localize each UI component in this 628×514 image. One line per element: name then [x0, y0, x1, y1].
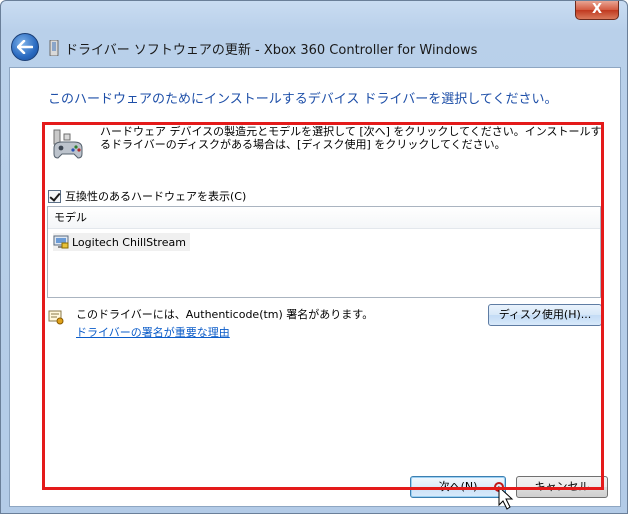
- back-arrow-icon: [17, 40, 33, 54]
- page-heading: このハードウェアのためにインストールするデバイス ドライバーを選択してください。: [48, 92, 558, 107]
- model-column-header[interactable]: モデル: [48, 207, 600, 229]
- title-bar: ドライバー ソフトウェアの更新 - Xbox 360 Controller fo…: [9, 31, 619, 63]
- dialog-window: X ドライバー ソフトウェアの更新 - Xbox 360 Controller …: [0, 0, 628, 514]
- certificate-icon: [48, 310, 64, 325]
- device-driver-icon: [53, 235, 69, 249]
- list-item[interactable]: Logitech ChillStream: [53, 233, 190, 251]
- model-list[interactable]: モデル Logitech ChillStream: [47, 206, 601, 298]
- close-button[interactable]: X: [575, 1, 619, 20]
- mouse-pointer-icon: [494, 482, 514, 510]
- window-title: ドライバー ソフトウェアの更新 - Xbox 360 Controller fo…: [65, 43, 478, 58]
- compat-label: 互換性のあるハードウェアを表示(C): [65, 190, 247, 203]
- have-disk-button[interactable]: ディスク使用(H)...: [488, 304, 602, 326]
- dialog-content: このハードウェアのためにインストールするデバイス ドライバーを選択してください。…: [9, 67, 621, 507]
- compat-hardware-toggle[interactable]: 互換性のあるハードウェアを表示(C): [48, 188, 246, 204]
- compat-checkbox[interactable]: [48, 189, 61, 203]
- cancel-button[interactable]: キャンセル: [516, 476, 608, 498]
- back-button[interactable]: [11, 33, 39, 61]
- dialog-footer: 次へ(N) キャンセル: [10, 468, 622, 508]
- device-icon: [49, 40, 59, 56]
- game-controller-icon: [53, 129, 83, 159]
- description-text: ハードウェア デバイスの製造元とモデルを選択して [次へ] をクリックしてくださ…: [100, 125, 602, 151]
- model-item-label: Logitech ChillStream: [72, 235, 186, 249]
- signature-text: このドライバーには、Authenticode(tm) 署名があります。: [76, 308, 374, 321]
- close-icon: X: [591, 2, 603, 17]
- signature-info-link[interactable]: ドライバーの署名が重要な理由: [76, 324, 230, 340]
